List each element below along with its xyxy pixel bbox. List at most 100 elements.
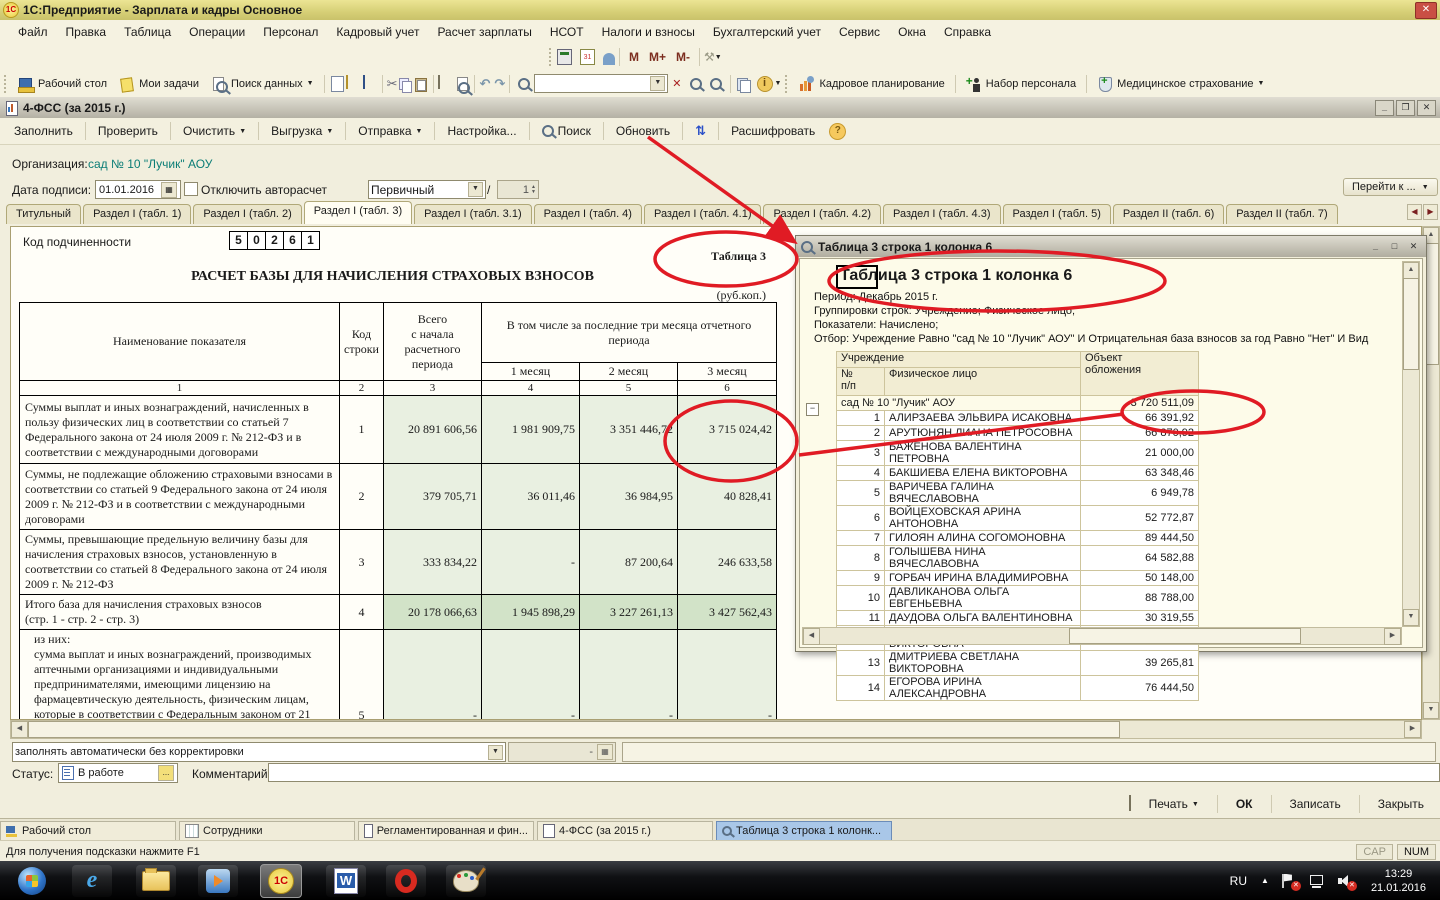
menu-table[interactable]: Таблица xyxy=(116,22,179,42)
info-icon[interactable]: i xyxy=(757,76,773,92)
decrypt-button[interactable]: Расшифровать xyxy=(723,121,823,141)
row2-code[interactable]: 2 xyxy=(340,464,384,530)
spin-down-icon[interactable]: ▼ xyxy=(531,190,536,195)
status-more-button[interactable]: ... xyxy=(158,765,174,781)
row2-m2[interactable]: 36 984,95 xyxy=(579,464,677,530)
person-row[interactable]: 5ВАРИЧЕВА ГАЛИНА ВЯЧЕСЛАВОВНА6 949,78 xyxy=(837,481,1199,506)
row5-m1[interactable]: - xyxy=(481,630,579,721)
memory-mminus-button[interactable]: M- xyxy=(671,50,695,64)
tab-section2-t7[interactable]: Раздел II (табл. 7) xyxy=(1226,204,1337,224)
person-row[interactable]: 11ДАУДОВА ОЛЬГА ВАЛЕНТИНОВНА30 319,55 xyxy=(837,611,1199,626)
status-field[interactable]: В работе ... xyxy=(58,763,178,783)
data-search-button[interactable]: Поиск данных ▼ xyxy=(205,74,320,94)
check-button[interactable]: Проверить xyxy=(90,121,166,141)
close-button[interactable]: Закрыть xyxy=(1370,794,1432,814)
clock[interactable]: 13:29 21.01.2016 xyxy=(1371,867,1426,895)
row5-code[interactable]: 5 xyxy=(340,630,384,721)
autocalc-checkbox[interactable] xyxy=(184,182,198,196)
app-close-button[interactable]: ✕ xyxy=(1415,2,1437,19)
drilldown-maximize-button[interactable]: □ xyxy=(1386,240,1403,254)
tab-section1-t4-2[interactable]: Раздел I (табл. 4.2) xyxy=(763,204,881,224)
file-explorer-button[interactable] xyxy=(136,865,176,897)
row5-total[interactable]: - xyxy=(383,630,481,721)
tab-scroll-right-icon[interactable]: ▶ xyxy=(1423,204,1438,220)
user-lock-icon[interactable] xyxy=(603,53,615,65)
print-button[interactable]: Печать▼ xyxy=(1121,793,1207,815)
tray-expand-icon[interactable]: ▲ xyxy=(1261,876,1269,885)
word-button[interactable]: W xyxy=(326,865,366,897)
tab-title-page[interactable]: Титульный xyxy=(6,204,81,224)
row2-m3[interactable]: 40 828,41 xyxy=(677,464,776,530)
row4-total[interactable]: 20 178 066,63 xyxy=(383,595,481,630)
upload-button[interactable]: Выгрузка▼ xyxy=(263,121,341,141)
row4-m3[interactable]: 3 427 562,43 xyxy=(677,595,776,630)
row4-m1[interactable]: 1 945 898,29 xyxy=(481,595,579,630)
group-row[interactable]: сад № 10 "Лучик" АОУ 3 720 511,09 xyxy=(837,396,1199,411)
search-icon[interactable] xyxy=(518,78,530,90)
row4-m2[interactable]: 3 227 261,13 xyxy=(579,595,677,630)
search-button[interactable]: Поиск xyxy=(534,121,599,141)
group-expander-icon[interactable]: − xyxy=(806,403,819,416)
row1-m2[interactable]: 3 351 446,72 xyxy=(579,396,677,464)
print-preview-icon[interactable] xyxy=(454,76,470,92)
row3-m1[interactable]: - xyxy=(481,530,579,595)
volume-icon[interactable]: ✕ xyxy=(1337,874,1353,888)
fss-close-button[interactable]: ✕ xyxy=(1417,100,1436,116)
fill-button[interactable]: Заполнить xyxy=(6,121,81,141)
row2-name[interactable]: Суммы, не подлежащие обложению страховым… xyxy=(20,464,340,530)
menu-service[interactable]: Сервис xyxy=(831,22,888,42)
ok-button[interactable]: ОК xyxy=(1228,794,1261,814)
row3-m3[interactable]: 246 633,58 xyxy=(677,530,776,595)
row3-m2[interactable]: 87 200,64 xyxy=(579,530,677,595)
person-row[interactable]: 6ВОЙЦЕХОВСКАЯ АРИНА АНТОНОВНА52 772,87 xyxy=(837,506,1199,531)
drilldown-hscrollbar[interactable]: ◀ ▶ xyxy=(802,627,1402,645)
drilldown-close-button[interactable]: ✕ xyxy=(1405,240,1422,254)
person-row[interactable]: 7ГИЛОЯН АЛИНА СОГОМОНОВНА89 444,50 xyxy=(837,531,1199,546)
fill-mode-dropdown-arrow[interactable]: ▼ xyxy=(488,745,503,760)
settings-button[interactable]: Настройка... xyxy=(439,121,524,141)
tab-section1-t3[interactable]: Раздел I (табл. 3) xyxy=(304,201,412,224)
menu-payroll[interactable]: Расчет зарплаты xyxy=(429,22,539,42)
amount-calc-icon[interactable]: ▦ xyxy=(597,744,613,760)
wrench-icon[interactable]: ⚒ xyxy=(704,50,715,64)
network-icon[interactable] xyxy=(1309,874,1325,888)
save-button[interactable]: Записать xyxy=(1282,794,1349,814)
zoom-in-icon[interactable] xyxy=(690,78,702,90)
wrench-dropdown-arrow[interactable]: ▼ xyxy=(715,54,722,61)
mdi-tab-desktop[interactable]: Рабочий стол xyxy=(0,821,176,841)
hr-planning-button[interactable]: Кадровое планирование xyxy=(793,74,950,94)
new-document-icon[interactable] xyxy=(331,76,344,92)
copy-icon[interactable] xyxy=(397,76,413,92)
subordination-code[interactable]: 50261 xyxy=(229,231,320,250)
person-row[interactable]: 4БАКШИЕВА ЕЛЕНА ВИКТОРОВНА63 348,46 xyxy=(837,466,1199,481)
recruiting-button[interactable]: + Набор персонала xyxy=(960,74,1082,94)
mdi-tab-fss[interactable]: 4-ФСС (за 2015 г.) xyxy=(537,821,713,841)
menu-nsot[interactable]: НСОТ xyxy=(542,22,592,42)
fss-minimize-button[interactable]: _ xyxy=(1375,100,1394,116)
med-insurance-button[interactable]: + Медицинское страхование ▼ xyxy=(1091,74,1270,94)
back-icon[interactable]: ↶ xyxy=(479,76,490,92)
language-indicator[interactable]: RU xyxy=(1230,874,1247,888)
sort-button[interactable]: ⇅ xyxy=(687,120,714,142)
goto-button[interactable]: Перейти к ... ▼ xyxy=(1343,178,1438,196)
row3-name[interactable]: Суммы, превышающие предельную величину б… xyxy=(20,530,340,595)
menu-accounting[interactable]: Бухгалтерский учет xyxy=(705,22,829,42)
paste-icon[interactable] xyxy=(413,76,429,92)
row1-code[interactable]: 1 xyxy=(340,396,384,464)
menu-help[interactable]: Справка xyxy=(936,22,999,42)
person-row[interactable]: 2АРУТЮНЯН ЛИАНА ПЕТРОСОВНА66 870,92 xyxy=(837,426,1199,441)
person-row[interactable]: 10ДАВЛИКАНОВА ОЛЬГА ЕВГЕНЬЕВНА88 788,00 xyxy=(837,586,1199,611)
info-dropdown-arrow[interactable]: ▼ xyxy=(775,80,782,87)
start-button[interactable] xyxy=(12,865,52,897)
row3-code[interactable]: 3 xyxy=(340,530,384,595)
row2-total[interactable]: 379 705,71 xyxy=(383,464,481,530)
search-dropdown-arrow[interactable]: ▼ xyxy=(650,76,665,91)
menu-hr-accounting[interactable]: Кадровый учет xyxy=(328,22,427,42)
row5-m2[interactable]: - xyxy=(579,630,677,721)
print-icon[interactable] xyxy=(438,76,454,92)
tab-section1-t2[interactable]: Раздел I (табл. 2) xyxy=(193,204,301,224)
copy-pages-icon[interactable] xyxy=(735,76,751,92)
row4-code[interactable]: 4 xyxy=(340,595,384,630)
extra-field[interactable] xyxy=(622,742,1436,762)
tab-section1-t4-3[interactable]: Раздел I (табл. 4.3) xyxy=(883,204,1001,224)
